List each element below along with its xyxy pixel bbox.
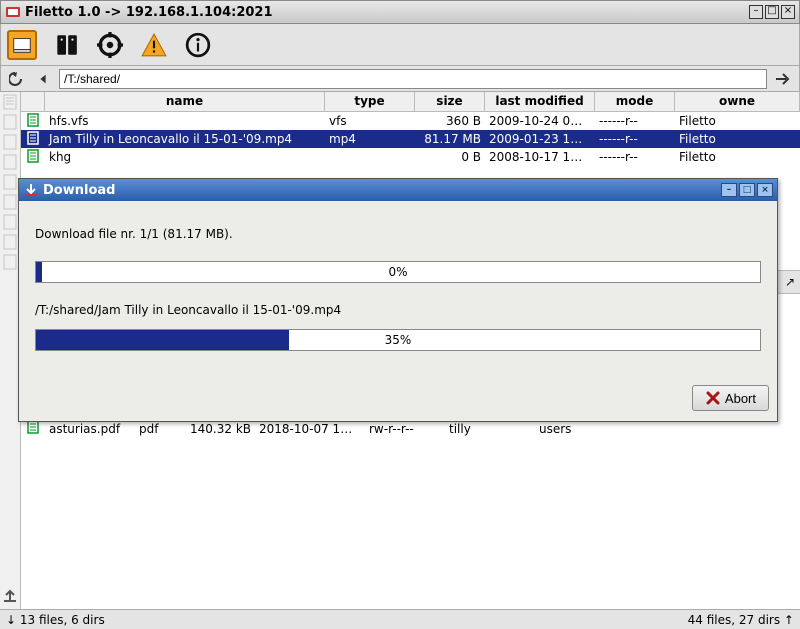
- dialog-footer: Abort: [19, 381, 777, 421]
- dialog-body: Download file nr. 1/1 (81.17 MB). 0% /T:…: [19, 201, 777, 381]
- share-right-arrow[interactable]: ↗: [780, 275, 800, 289]
- status-left: ↓ 13 files, 6 dirs: [6, 613, 688, 627]
- gutter-doc-icon: [3, 254, 17, 270]
- overall-progress-label: 0%: [36, 262, 760, 282]
- gutter-doc-icon: [3, 214, 17, 230]
- dialog-title: Download: [43, 183, 719, 198]
- address-input[interactable]: [59, 69, 767, 89]
- gutter-doc-icon: [3, 134, 17, 150]
- table-header: name type size last modified mode owne: [21, 92, 800, 112]
- gutter-doc-icon: [3, 174, 17, 190]
- window-title: Filetto 1.0 -> 192.168.1.104:2021: [25, 5, 747, 20]
- col-last-modified[interactable]: last modified: [485, 92, 595, 111]
- back-button[interactable]: [7, 69, 27, 89]
- left-gutter: [0, 92, 20, 609]
- table-row[interactable]: Jam Tilly in Leoncavallo il 15-01-'09.mp…: [21, 130, 800, 148]
- table-row[interactable]: asturias.pdfpdf140.32 kB2018-10-07 1…rw-…: [21, 420, 800, 438]
- dialog-minimize-button[interactable]: –: [721, 183, 737, 197]
- abort-label: Abort: [725, 391, 756, 406]
- download-count-label: Download file nr. 1/1 (81.17 MB).: [35, 227, 761, 241]
- gutter-doc-icon: [3, 154, 17, 170]
- col-type[interactable]: type: [325, 92, 415, 111]
- download-dialog: Download – □ × Download file nr. 1/1 (81…: [18, 178, 778, 422]
- dialog-titlebar[interactable]: Download – □ ×: [19, 179, 777, 201]
- address-bar: [0, 66, 800, 92]
- dialog-maximize-button[interactable]: □: [739, 183, 755, 197]
- minimize-button[interactable]: –: [749, 5, 763, 19]
- col-mode[interactable]: mode: [595, 92, 675, 111]
- abort-x-icon: [705, 390, 721, 406]
- col-size[interactable]: size: [415, 92, 485, 111]
- go-button[interactable]: [773, 69, 793, 89]
- col-owner[interactable]: owne: [675, 92, 800, 111]
- overall-progress-bar: 0%: [35, 261, 761, 283]
- info-button[interactable]: [183, 30, 213, 60]
- file-progress-bar: 35%: [35, 329, 761, 351]
- local-pane-button[interactable]: [7, 30, 37, 60]
- gutter-doc-icon: [3, 234, 17, 250]
- file-progress-label: 35%: [36, 330, 760, 350]
- table-row[interactable]: khg0 B2008-10-17 1…------r--Filetto: [21, 148, 800, 166]
- upload-button[interactable]: [0, 585, 20, 605]
- gutter-doc-icon: [3, 194, 17, 210]
- close-button[interactable]: ×: [781, 5, 795, 19]
- settings-button[interactable]: [95, 30, 125, 60]
- table-row[interactable]: hfs.vfsvfs360 B2009-10-24 0…------r--Fil…: [21, 112, 800, 130]
- download-icon: [23, 182, 39, 198]
- app-icon: [5, 4, 21, 20]
- refresh-button[interactable]: [33, 69, 53, 89]
- abort-button[interactable]: Abort: [692, 385, 769, 411]
- maximize-button[interactable]: □: [765, 5, 779, 19]
- col-name[interactable]: name: [45, 92, 325, 111]
- window-titlebar: Filetto 1.0 -> 192.168.1.104:2021 – □ ×: [0, 0, 800, 24]
- download-path-label: /T:/shared/Jam Tilly in Leoncavallo il 1…: [35, 303, 761, 317]
- server-button[interactable]: [51, 30, 81, 60]
- dialog-close-button[interactable]: ×: [757, 183, 773, 197]
- warning-icon[interactable]: [139, 30, 169, 60]
- main-toolbar: [0, 24, 800, 66]
- gutter-doc-icon: [3, 114, 17, 130]
- status-bar: ↓ 13 files, 6 dirs 44 files, 27 dirs ↑: [0, 609, 800, 629]
- col-icon[interactable]: [21, 92, 45, 111]
- gutter-doc-icon: [3, 94, 17, 110]
- status-right: 44 files, 27 dirs ↑: [688, 613, 794, 627]
